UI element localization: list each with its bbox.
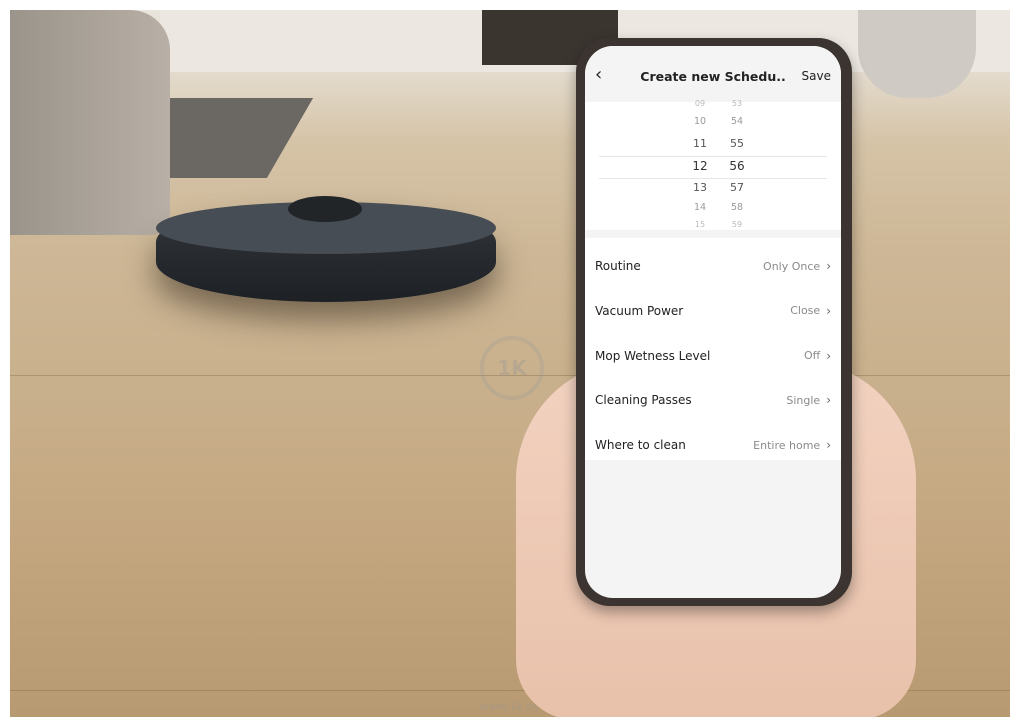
picker-hour[interactable]: 11 [685,137,715,150]
floor-vase [858,10,976,98]
picker-selection-line [599,178,827,179]
chevron-right-icon: › [826,393,831,408]
setting-label: Routine [595,259,641,273]
setting-value: Entire home [753,438,821,452]
product-photo: 1K www.1k.by ‹ Create new Schedu.. Save … [10,10,1010,717]
picker-minute[interactable]: 55 [722,137,752,150]
setting-label: Cleaning Passes [595,393,692,408]
settings-list: Routine Only Once › Vacuum Power Close › Mop W… [585,238,841,460]
settings-row[interactable]: Mop Wetness Level Off › [585,334,841,378]
app-screen: ‹ Create new Schedu.. Save 09 10 11 12 13 14 1… [585,46,841,598]
setting-value: Close [790,304,821,318]
picker-minute[interactable]: 58 [722,202,752,213]
watermark-logo: 1K [480,336,544,400]
picker-hour[interactable]: 09 [685,99,715,108]
sofa [10,10,170,235]
picker-minute[interactable]: 59 [722,220,752,229]
app-header: ‹ Create new Schedu.. Save [585,46,841,102]
picker-hour[interactable]: 12 [685,159,715,173]
watermark-url: www.1k.by [480,700,540,713]
setting-label: Vacuum Power [595,303,684,318]
chevron-right-icon: › [826,303,831,318]
lidar-turret [288,196,362,222]
picker-hour[interactable]: 14 [685,202,715,213]
picker-selection-line [599,156,827,157]
setting-value: Off [803,349,821,363]
settings-row[interactable]: Vacuum Power Close › [585,289,841,333]
setting-value: Only Once [763,259,821,273]
picker-minute[interactable]: 56 [722,159,752,173]
setting-label: Where to clean [595,438,686,453]
picker-hour[interactable]: 13 [685,181,715,194]
robot-vacuum [156,196,496,302]
setting-value: Single [786,393,821,407]
chevron-right-icon: › [826,259,831,273]
settings-row[interactable]: Cleaning Passes Single › [585,378,841,422]
smartphone: ‹ Create new Schedu.. Save 09 10 11 12 13 14 1… [576,38,852,606]
settings-row[interactable]: Where to clean Entire home › [585,423,841,467]
picker-hour[interactable]: 15 [685,220,715,229]
save-button[interactable]: Save [802,69,831,83]
chevron-right-icon: › [826,438,831,453]
time-picker[interactable]: 09 10 11 12 13 14 15 53 54 55 56 57 58 59 [585,99,841,230]
picker-minute[interactable]: 57 [722,181,752,194]
picker-minute[interactable]: 54 [722,116,752,127]
setting-label: Mop Wetness Level [595,348,711,363]
settings-row[interactable]: Routine Only Once › [585,244,841,288]
picker-minute[interactable]: 53 [722,99,752,108]
picker-hour[interactable]: 10 [685,116,715,127]
chevron-right-icon: › [826,348,831,363]
